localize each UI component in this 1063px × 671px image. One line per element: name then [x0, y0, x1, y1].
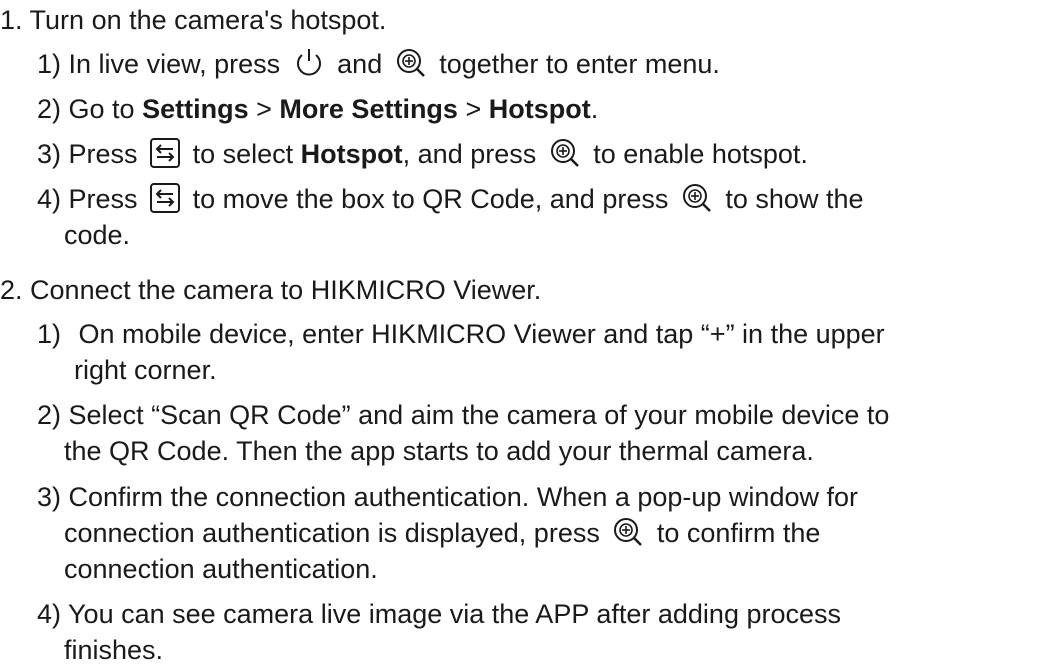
substep-text: right corner.: [74, 355, 217, 385]
substep-text: code.: [64, 220, 131, 250]
step-2-sub-3: 3) Confirm the connection authentication…: [37, 479, 858, 515]
substep-number: 2): [37, 94, 62, 124]
menu-switch-icon: [149, 137, 181, 169]
menu-path-more-settings: More Settings: [279, 94, 458, 124]
zoom-plus-icon: [394, 46, 428, 80]
step-title: Connect the camera to HIKMICRO Viewer.: [30, 275, 542, 305]
substep-text: connection authentication.: [64, 554, 378, 584]
substep-text: Press: [68, 184, 138, 214]
step-number: 2.: [0, 275, 23, 305]
path-separator: >: [465, 94, 482, 124]
step-1-sub-1: 1) In live view, press and together to e…: [37, 46, 720, 83]
substep-number: 1): [37, 319, 62, 349]
substep-text: Select “Scan QR Code” and aim the camera…: [68, 400, 890, 430]
step-1-title: 1. Turn on the camera's hotspot.: [0, 2, 386, 38]
substep-text: and: [337, 49, 383, 79]
menu-path-hotspot: Hotspot: [488, 94, 591, 124]
substep-text: to confirm the: [656, 518, 821, 548]
instruction-page: 1. Turn on the camera's hotspot. 1) In l…: [0, 0, 1063, 671]
substep-number: 3): [37, 139, 62, 169]
step-1-sub-4-cont: code.: [64, 217, 130, 253]
path-separator: >: [256, 94, 272, 124]
substep-text: Press: [68, 139, 138, 169]
zoom-plus-icon: [611, 515, 645, 549]
substep-number: 4): [37, 599, 62, 629]
step-2-sub-3-line-2: connection authentication is displayed, …: [64, 515, 820, 552]
period: .: [590, 94, 599, 124]
power-icon: [292, 46, 326, 80]
step-title: Turn on the camera's hotspot.: [29, 5, 387, 35]
step-1-sub-2: 2) Go to Settings > More Settings > Hots…: [37, 91, 598, 127]
zoom-plus-icon: [680, 181, 714, 215]
substep-text: finishes.: [64, 635, 164, 665]
substep-text: On mobile device, enter HIKMICRO Viewer …: [78, 319, 885, 349]
step-2-sub-1-cont: right corner.: [74, 352, 217, 388]
substep-text: Confirm the connection authentication. W…: [68, 482, 858, 512]
substep-text: You can see camera live image via the AP…: [68, 599, 841, 629]
step-1-sub-4: 4) Press to move the box to QR Code, and…: [37, 181, 863, 218]
substep-text: In live view, press: [68, 49, 281, 79]
zoom-plus-icon: [548, 136, 582, 170]
step-2-title: 2. Connect the camera to HIKMICRO Viewer…: [0, 272, 541, 308]
substep-number: 1): [37, 49, 62, 79]
step-number: 1.: [0, 5, 23, 35]
step-1-sub-3: 3) Press to select Hotspot, and press to…: [37, 136, 808, 173]
step-2-sub-3-line-3: connection authentication.: [64, 551, 378, 587]
substep-text: Go to: [68, 94, 135, 124]
substep-text: to select: [192, 139, 294, 169]
substep-text: the QR Code. Then the app starts to add …: [64, 436, 814, 466]
substep-text: , and press: [402, 139, 537, 169]
step-2-sub-1: 1) On mobile device, enter HIKMICRO View…: [37, 316, 885, 352]
substep-number: 4): [37, 184, 62, 214]
substep-text: together to enter menu.: [439, 49, 720, 79]
step-2-sub-2-cont: the QR Code. Then the app starts to add …: [64, 433, 814, 469]
substep-number: 3): [37, 482, 62, 512]
substep-number: 2): [37, 400, 62, 430]
step-2-sub-4-cont: finishes.: [64, 632, 163, 668]
substep-text: to enable hotspot.: [593, 139, 808, 169]
menu-hotspot: Hotspot: [300, 139, 403, 169]
substep-text: connection authentication is displayed, …: [64, 518, 600, 548]
menu-switch-icon: [149, 182, 181, 214]
substep-text: to show the: [725, 184, 864, 214]
step-2-sub-2: 2) Select “Scan QR Code” and aim the cam…: [37, 397, 889, 433]
step-2-sub-4: 4) You can see camera live image via the…: [37, 596, 841, 632]
substep-text: to move the box to QR Code, and press: [192, 184, 669, 214]
menu-path-settings: Settings: [142, 94, 249, 124]
